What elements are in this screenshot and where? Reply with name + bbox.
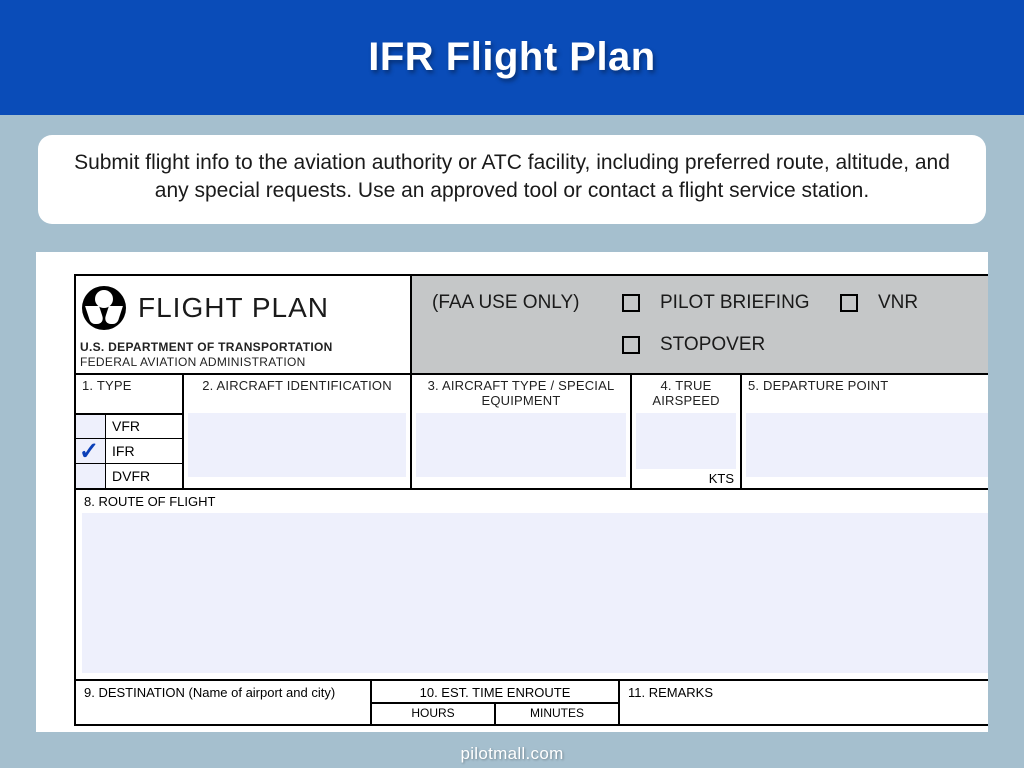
field-true-airspeed[interactable] xyxy=(636,413,736,469)
label-aircraft-id: 2. AIRCRAFT IDENTIFICATION xyxy=(184,375,410,413)
footer-credit: pilotmall.com xyxy=(0,744,1024,764)
label-vfr: VFR xyxy=(106,415,182,438)
dot-logo-icon xyxy=(82,286,126,330)
label-type: 1. TYPE xyxy=(76,375,182,413)
form-subtitle-1: U.S. DEPARTMENT OF TRANSPORTATION xyxy=(80,340,400,354)
checkbox-pilot-briefing[interactable] xyxy=(622,294,640,312)
field-aircraft-type[interactable] xyxy=(416,413,626,477)
label-true-airspeed: 4. TRUE AIRSPEED xyxy=(632,375,740,413)
field-route-of-flight[interactable] xyxy=(82,513,988,673)
field-departure-point[interactable] xyxy=(746,413,988,477)
checkbox-ifr[interactable]: ✓ xyxy=(76,439,106,463)
label-route-of-flight: 8. ROUTE OF FLIGHT xyxy=(76,490,988,513)
flight-plan-form-image: FLIGHT PLAN U.S. DEPARTMENT OF TRANSPORT… xyxy=(36,252,988,732)
label-pilot-briefing: PILOT BRIEFING xyxy=(660,292,840,314)
label-dvfr: DVFR xyxy=(106,464,182,488)
field-aircraft-id[interactable] xyxy=(188,413,406,477)
form-subtitle-2: FEDERAL AVIATION ADMINISTRATION xyxy=(80,355,400,369)
header-bar: IFR Flight Plan xyxy=(0,0,1024,115)
checkbox-dvfr[interactable] xyxy=(76,464,106,488)
faa-use-only-label: (FAA USE ONLY) xyxy=(432,292,622,314)
label-est-time-enroute: 10. EST. TIME ENROUTE xyxy=(372,681,618,702)
label-vnr: VNR xyxy=(878,292,978,314)
label-remarks: 11. REMARKS xyxy=(620,681,988,702)
label-departure-point: 5. DEPARTURE POINT xyxy=(742,375,988,413)
checkbox-stopover[interactable] xyxy=(622,336,640,354)
label-ifr: IFR xyxy=(106,439,182,463)
info-card: Submit flight info to the aviation autho… xyxy=(38,135,986,224)
checkbox-vnr[interactable] xyxy=(840,294,858,312)
faa-use-panel: (FAA USE ONLY) PILOT BRIEFING VNR STOPOV… xyxy=(410,276,988,373)
page-title: IFR Flight Plan xyxy=(368,35,655,80)
label-minutes: MINUTES xyxy=(496,704,618,724)
label-hours: HOURS xyxy=(372,704,496,724)
label-destination: 9. DESTINATION (Name of airport and city… xyxy=(76,681,370,702)
checkbox-vfr[interactable] xyxy=(76,415,106,438)
label-kts: KTS xyxy=(632,469,740,488)
label-stopover: STOPOVER xyxy=(660,334,840,356)
label-aircraft-type: 3. AIRCRAFT TYPE / SPECIAL EQUIPMENT xyxy=(412,375,630,413)
check-icon: ✓ xyxy=(79,437,99,466)
form-title: FLIGHT PLAN xyxy=(138,292,329,324)
